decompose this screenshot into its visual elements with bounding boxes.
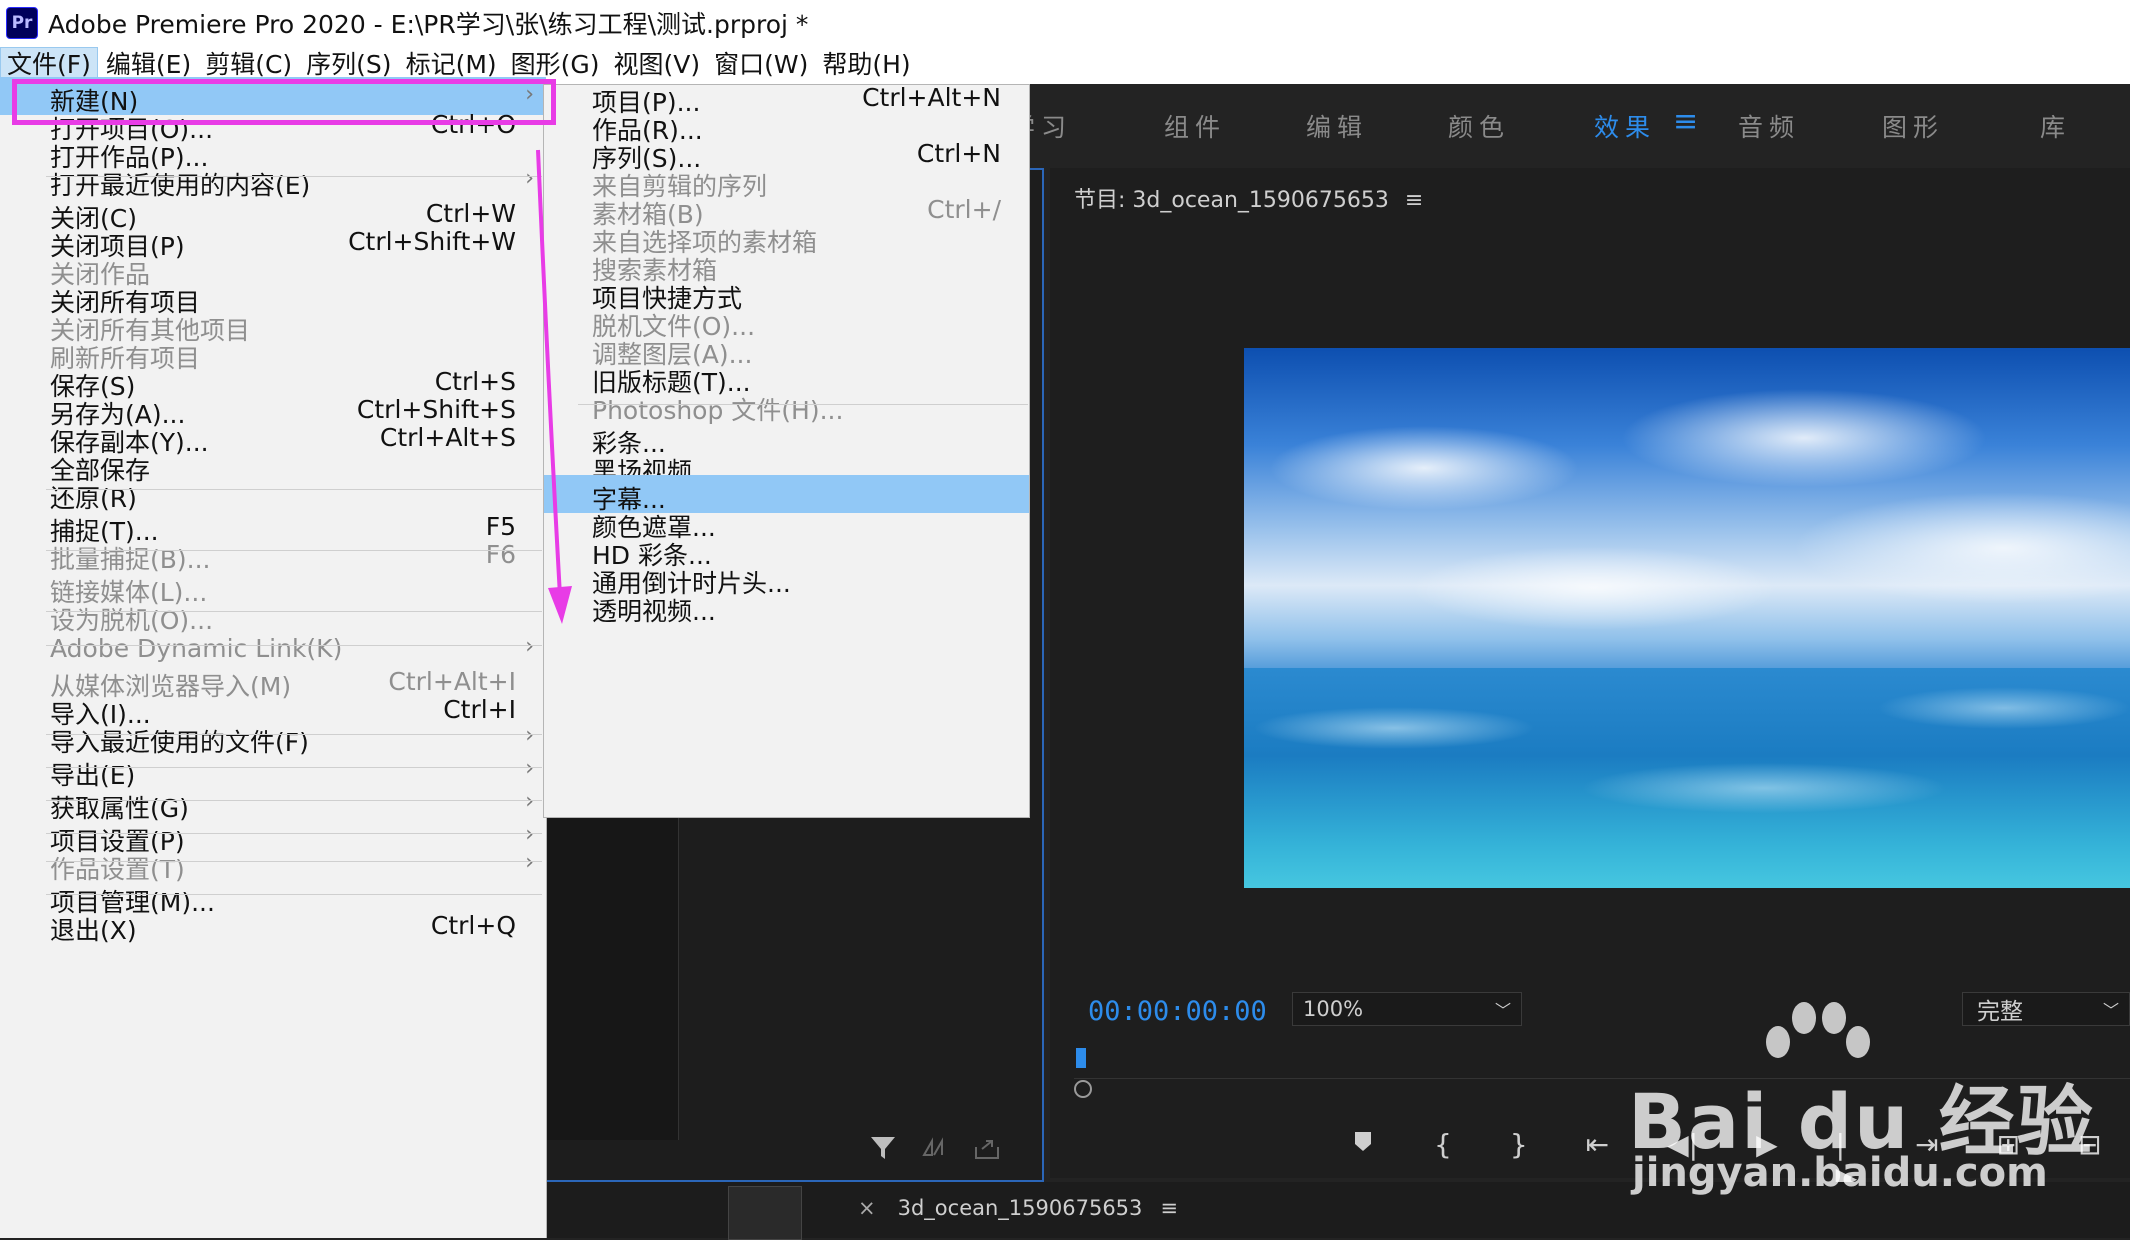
annotation-highlight-box <box>12 79 556 125</box>
tab-editing[interactable]: 编辑 <box>1306 108 1368 144</box>
menu-item-shortcut: Ctrl+Q <box>430 911 516 940</box>
close-icon[interactable]: × <box>858 1196 876 1220</box>
filter-icon[interactable] <box>868 1133 898 1170</box>
tab-assembly[interactable]: 组件 <box>1164 108 1226 144</box>
playhead[interactable] <box>1076 1048 1086 1068</box>
project-panel-tools <box>868 1133 1002 1170</box>
menu-separator <box>46 176 542 177</box>
menu-separator <box>46 489 542 490</box>
premiere-app-icon: Pr <box>6 7 38 39</box>
menu-item-label: Adobe Dynamic Link(K) <box>50 634 343 663</box>
workspace-tabs: 学习 组件 编辑 颜色 效果 ≡ 音频 图形 库 <box>1010 84 2130 164</box>
sequence-tab[interactable]: × 3d_ocean_1590675653 ≡ <box>858 1196 1178 1220</box>
tab-audio[interactable]: 音频 <box>1738 108 1800 144</box>
video-preview[interactable] <box>1244 348 2130 888</box>
sequence-tab-name: 3d_ocean_1590675653 <box>897 1196 1143 1220</box>
tab-effects[interactable]: 效果 <box>1594 108 1656 144</box>
menu-separator <box>46 894 542 895</box>
chevron-right-icon: › <box>525 789 534 814</box>
zoom-level-value: 100% <box>1303 997 1364 1021</box>
program-monitor-title: 节目: 3d_ocean_1590675653 ≡ <box>1074 182 1423 214</box>
video-sky <box>1244 348 2130 648</box>
tab-graphics[interactable]: 图形 <box>1882 108 1944 144</box>
menu-separator <box>578 404 1028 405</box>
chevron-right-icon: › <box>525 723 534 748</box>
file-menu-dropdown: 新建(N) › 打开项目(O)... Ctrl+O 打开作品(P)... 打开最近使用的内… <box>0 77 547 1238</box>
file-menu-item[interactable]: 退出(X) Ctrl+Q <box>0 906 546 945</box>
chevron-right-icon: › <box>525 850 534 875</box>
program-monitor-title-text: 节目: 3d_ocean_1590675653 <box>1074 188 1389 213</box>
chevron-right-icon: › <box>525 756 534 781</box>
timecode-display[interactable]: 00:00:00:00 <box>1088 996 1267 1027</box>
export-icon[interactable] <box>972 1133 1002 1170</box>
menu-separator <box>46 861 542 862</box>
menu-separator <box>46 734 542 735</box>
menu-separator <box>46 800 542 801</box>
chevron-right-icon: › <box>525 166 534 191</box>
menu-item-shortcut: F6 <box>485 540 516 569</box>
hamburger-menu-icon[interactable]: ≡ <box>1673 104 1698 139</box>
chevron-down-icon: ﹀ <box>1494 1001 1511 1020</box>
panel-menu-icon[interactable]: ≡ <box>1160 1196 1178 1220</box>
menu-separator <box>46 550 542 551</box>
automate-to-sequence-icon[interactable] <box>920 1133 950 1170</box>
menu-item-label: 退出(X) <box>50 916 137 945</box>
timeline-tool-button[interactable] <box>728 1186 802 1240</box>
video-ocean <box>1244 668 2130 888</box>
tab-libraries[interactable]: 库 <box>2040 108 2071 144</box>
chevron-right-icon: › <box>525 822 534 847</box>
title-bar: Pr Adobe Premiere Pro 2020 - E:\PR学习\张\练… <box>0 0 2130 46</box>
chevron-right-icon: › <box>525 634 534 659</box>
menu-separator <box>46 611 542 612</box>
menu-separator <box>46 833 542 834</box>
menu-separator <box>46 767 542 768</box>
menu-item-label: 透明视频... <box>592 597 716 626</box>
baidu-watermark-url: jingyan.baidu.com <box>1632 1150 2048 1196</box>
new-submenu: 项目(P)... Ctrl+Alt+N 作品(R)... 序列(S)... Ctrl+N… <box>543 83 1030 818</box>
baidu-watermark: Bai du 经验 jingyan.baidu.com <box>1628 1000 2130 1200</box>
panel-menu-icon[interactable]: ≡ <box>1405 188 1423 213</box>
new-submenu-item[interactable]: 透明视频... <box>544 587 1029 626</box>
window-title: Adobe Premiere Pro 2020 - E:\PR学习\张\练习工程… <box>48 10 809 39</box>
menu-separator <box>46 645 542 646</box>
playhead-handle[interactable] <box>1074 1080 1092 1098</box>
tab-color[interactable]: 颜色 <box>1448 108 1510 144</box>
zoom-level-select[interactable]: 100% ﹀ <box>1292 992 1522 1026</box>
